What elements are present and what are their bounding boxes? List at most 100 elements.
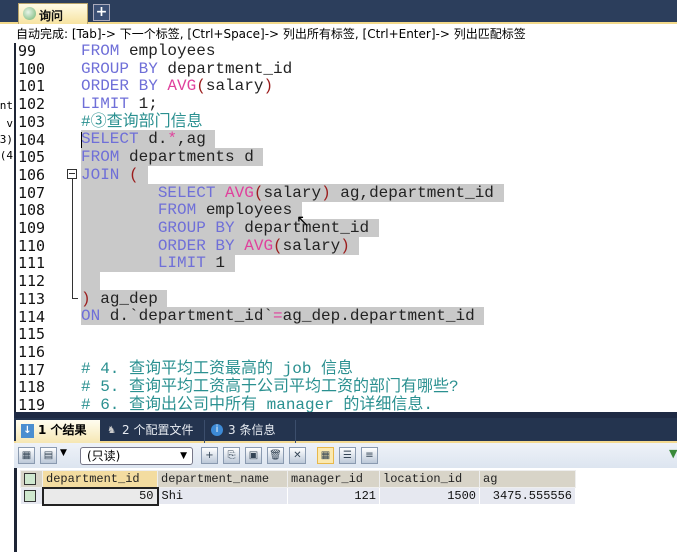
export-grid-icon[interactable]: ▦ <box>18 447 35 464</box>
editor-tab-bar: 询问 + <box>0 0 677 24</box>
import-grid-icon[interactable]: ▤ <box>40 447 57 464</box>
new-tab-button[interactable]: + <box>93 4 110 21</box>
selected-text <box>81 271 101 290</box>
code-line[interactable]: GROUP BY department_id <box>81 218 504 238</box>
code-line[interactable] <box>81 271 504 291</box>
sql-keyword: FROM <box>81 42 120 60</box>
fold-collapse-icon[interactable] <box>67 169 77 179</box>
sql-comment: # 4. 查询平均工资最高的 job 信息 <box>81 360 354 379</box>
copy-row-icon[interactable]: ⎘ <box>223 447 240 464</box>
code-line[interactable]: LIMIT 1; <box>81 95 504 114</box>
line-number: 99 <box>18 42 37 60</box>
cancel-changes-icon[interactable]: ✕ <box>289 447 306 464</box>
selected-text: FROM departments d <box>81 148 264 167</box>
mode-select[interactable]: (只读) ▼ <box>80 447 193 465</box>
code-line[interactable]: # 4. 查询平均工资最高的 job 信息 <box>81 361 504 379</box>
sql-keyword: SELECT <box>81 183 216 202</box>
cell-department-name[interactable]: Shi <box>157 487 288 505</box>
sql-function: AVG <box>244 236 274 255</box>
code-line[interactable]: ORDER BY AVG(salary) <box>81 236 504 256</box>
form-view-icon[interactable]: ☰ <box>339 447 356 464</box>
tab-profiles[interactable]: ♞ 2 个配置文件 <box>100 420 205 443</box>
code-line[interactable]: SELECT d.*,ag <box>81 130 504 149</box>
profile-icon: ♞ <box>107 425 116 436</box>
code-text: FROM employees <box>81 42 215 60</box>
line-number: 111 <box>18 254 46 273</box>
tab-messages-label: 3 条信息 <box>228 423 276 437</box>
chevron-down-icon: ▼ <box>180 451 187 461</box>
code-line[interactable]: GROUP BY department_id <box>81 59 504 79</box>
code-line[interactable] <box>81 344 504 362</box>
cell-location-id[interactable]: 1500 <box>379 487 480 505</box>
selected-text: JOIN ( <box>81 165 149 184</box>
sql-comment: #③查询部门信息 <box>81 112 203 131</box>
column-header-department-name[interactable]: department_name <box>157 470 288 488</box>
code-line[interactable]: FROM departments d <box>81 148 504 167</box>
left-strip-text: 3) <box>0 133 13 146</box>
mode-select-value: (只读) <box>87 449 121 463</box>
sql-text: ag,department_id <box>330 183 504 202</box>
code-line[interactable]: FROM employees <box>81 42 504 61</box>
cell-ag[interactable]: 3475.555556 <box>479 487 576 505</box>
code-line[interactable]: SELECT AVG(salary) ag,department_id <box>81 183 504 203</box>
cell-department-id[interactable]: 50 <box>41 486 159 506</box>
fold-end <box>72 298 78 299</box>
grid-view-icon[interactable]: ▦ <box>317 447 334 464</box>
code-text: #③查询部门信息 <box>81 113 203 131</box>
sql-punctuation: ( <box>129 165 139 184</box>
selected-text: ) ag_dep <box>81 289 168 308</box>
sql-keyword: GROUP BY <box>81 59 158 78</box>
select-all-checkbox[interactable] <box>20 470 43 488</box>
code-line[interactable]: FROM employees <box>81 201 504 220</box>
code-line[interactable]: ORDER BY AVG(salary) <box>81 78 504 96</box>
sql-text: employees <box>196 201 302 220</box>
sql-punctuation: ( <box>273 236 283 255</box>
line-number: 115 <box>18 325 46 344</box>
column-header-location-id[interactable]: location_id <box>379 470 480 488</box>
sql-text: salary <box>205 77 264 96</box>
tab-messages[interactable]: i 3 条信息 <box>206 420 296 443</box>
code-line[interactable]: # 5. 查询平均工资高于公司平均工资的部门有哪些? <box>81 378 504 397</box>
code-line[interactable]: ) ag_dep <box>81 289 504 309</box>
sql-punctuation: ) <box>81 289 91 308</box>
tab-query[interactable]: 询问 <box>18 3 88 24</box>
sql-text: ag_dep.department_id <box>282 307 485 326</box>
selected-text: GROUP BY department_id <box>81 218 379 237</box>
sql-editor[interactable]: FROM employees GROUP BY department_id ORDE… <box>81 42 504 414</box>
row-checkbox[interactable] <box>20 487 43 505</box>
code-line[interactable] <box>81 326 504 344</box>
line-numbers: 99 100 101 102 103 104 105 106 107 108 109 110 111 11… <box>18 42 46 415</box>
insert-row-icon[interactable]: + <box>201 447 218 464</box>
code-text: # 4. 查询平均工资最高的 job 信息 <box>81 360 354 379</box>
result-grid: department_id department_name manager_id lo… <box>14 468 677 552</box>
code-line[interactable]: JOIN ( <box>81 165 504 185</box>
column-header-ag[interactable]: ag <box>479 470 576 488</box>
line-number: 103 <box>18 112 46 131</box>
tab-results[interactable]: ↓ 1 个结果 <box>16 420 100 443</box>
result-table: department_id department_name manager_id lo… <box>20 470 576 506</box>
line-number: 107 <box>18 183 46 202</box>
selected-text: LIMIT 1 <box>81 254 235 273</box>
code-line[interactable]: #③查询部门信息 <box>81 113 504 132</box>
dropdown-arrow-icon[interactable]: ▼ <box>60 448 67 458</box>
text-caret <box>81 132 82 148</box>
filter-icon[interactable]: ▼ <box>669 447 677 460</box>
column-header-manager-id[interactable]: manager_id <box>287 470 380 488</box>
line-number: 105 <box>18 148 46 167</box>
code-line[interactable]: LIMIT 1 <box>81 254 504 273</box>
save-icon[interactable]: ▣ <box>245 447 262 464</box>
selected-text: ON d.`department_id`=ag_dep.department_i… <box>81 307 485 326</box>
code-text: LIMIT 1; <box>81 95 158 113</box>
column-header-department-id[interactable]: department_id <box>42 470 158 488</box>
sql-text: 1; <box>129 95 158 114</box>
table-row[interactable]: 50 Shi 121 1500 3475.555556 <box>20 486 576 506</box>
code-line[interactable]: ON d.`department_id`=ag_dep.department_i… <box>81 307 504 326</box>
sql-keyword: FROM <box>81 148 120 167</box>
cell-manager-id[interactable]: 121 <box>287 487 380 505</box>
delete-icon[interactable]: 🗑 <box>267 447 284 464</box>
text-view-icon[interactable]: ≡ <box>361 447 378 464</box>
